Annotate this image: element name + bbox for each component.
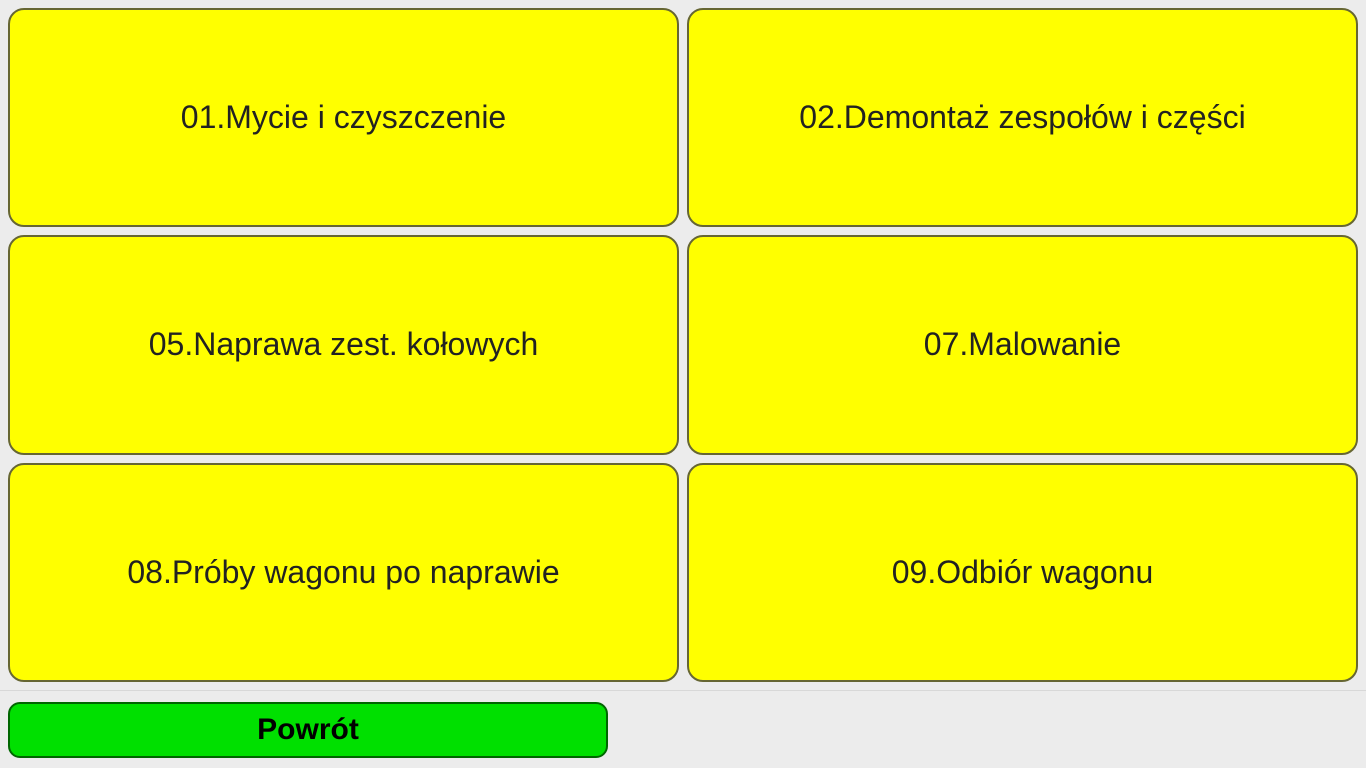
- menu-button-08[interactable]: 08.Próby wagonu po naprawie: [8, 463, 679, 682]
- menu-button-09[interactable]: 09.Odbiór wagonu: [687, 463, 1358, 682]
- menu-button-01[interactable]: 01.Mycie i czyszczenie: [8, 8, 679, 227]
- menu-button-07[interactable]: 07.Malowanie: [687, 235, 1358, 454]
- app-container: 01.Mycie i czyszczenie 02.Demontaż zespo…: [0, 0, 1366, 768]
- menu-button-label: 05.Naprawa zest. kołowych: [149, 326, 539, 363]
- menu-button-label: 07.Malowanie: [924, 326, 1121, 363]
- menu-button-label: 08.Próby wagonu po naprawie: [127, 554, 559, 591]
- back-button[interactable]: Powrót: [8, 702, 608, 758]
- menu-button-05[interactable]: 05.Naprawa zest. kołowych: [8, 235, 679, 454]
- back-button-label: Powrót: [257, 713, 359, 747]
- footer-bar: Powrót: [0, 690, 1366, 768]
- menu-button-label: 02.Demontaż zespołów i części: [799, 99, 1245, 136]
- menu-button-label: 01.Mycie i czyszczenie: [181, 99, 506, 136]
- menu-grid: 01.Mycie i czyszczenie 02.Demontaż zespo…: [0, 0, 1366, 690]
- menu-button-02[interactable]: 02.Demontaż zespołów i części: [687, 8, 1358, 227]
- menu-button-label: 09.Odbiór wagonu: [892, 554, 1154, 591]
